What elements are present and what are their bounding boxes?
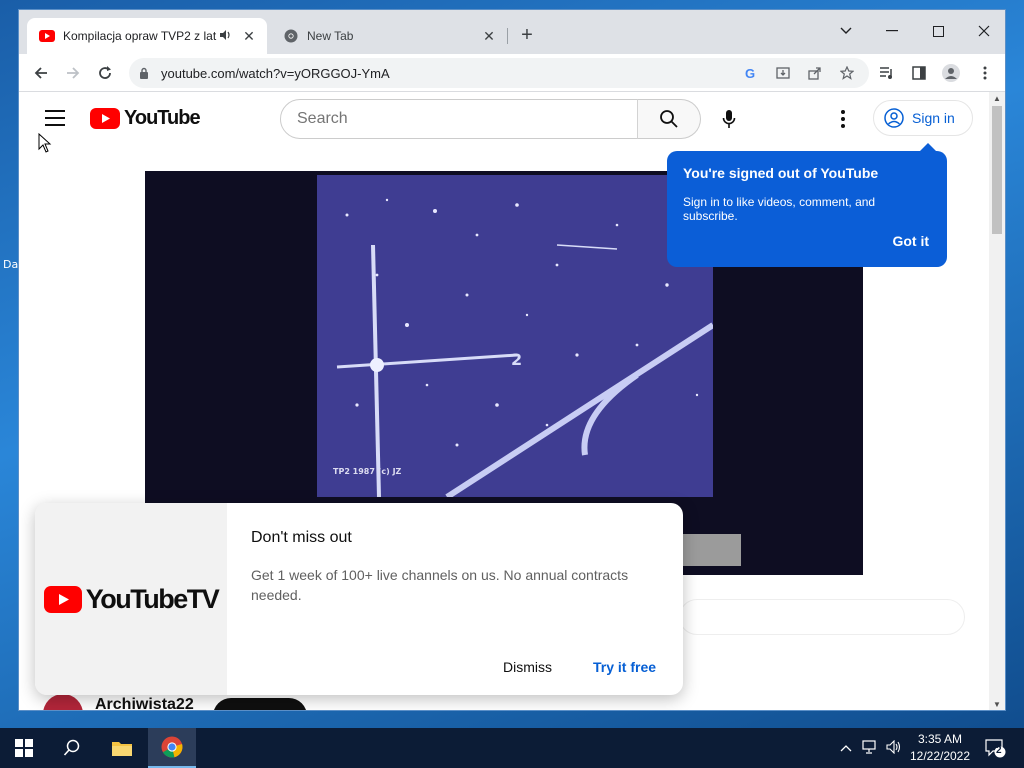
try-it-free-button[interactable]: Try it free [593,659,656,675]
maximize-button[interactable] [915,16,961,46]
search-icon [660,110,678,128]
partial-pill-element[interactable] [679,599,965,635]
youtube-tv-wordmark: YouTubeTV [85,583,220,614]
scroll-up-arrow-icon[interactable]: ▲ [989,94,1005,106]
video-watermark: TP2 1987 (c) JZ [333,467,402,476]
scroll-down-arrow-icon[interactable]: ▼ [989,700,1005,710]
hamburger-menu-icon[interactable] [45,110,65,131]
youtube-page: YouTube Sign in [19,92,991,710]
tab-title: New Tab [307,29,354,43]
lock-icon[interactable] [139,66,149,84]
side-panel-icon[interactable] [909,63,929,83]
video-frame: 2 [317,175,715,500]
tab-new-tab[interactable]: New Tab ✕ [271,18,507,54]
bookmark-star-icon[interactable] [839,65,855,81]
chrome-menu-icon[interactable] [975,63,995,83]
youtube-play-icon [43,585,82,613]
scrollbar-thumb[interactable] [992,106,1002,234]
browser-toolbar: youtube.com/watch?v=yORGGOJ-YmA G [19,54,1005,92]
tooltip-title: You're signed out of YouTube [683,165,879,181]
account-icon [884,108,904,128]
google-translate-icon[interactable]: G [743,65,759,81]
promo-title: Don't miss out [251,529,352,546]
subscribe-button[interactable] [213,698,307,710]
more-options-icon[interactable] [833,106,853,132]
promo-logo-panel: YouTubeTV [35,503,227,695]
search-box [280,99,638,139]
notifications-icon[interactable]: 2 [984,738,1006,761]
system-clock[interactable]: 3:35 AM 12/22/2022 [904,731,976,765]
speaker-icon[interactable] [219,29,235,44]
address-bar[interactable]: youtube.com/watch?v=yORGGOJ-YmA G [129,58,869,88]
video-overlay-bar [681,534,741,566]
network-icon[interactable] [862,740,878,757]
clock-date: 12/22/2022 [909,749,971,763]
browser-window: Kompilacja opraw TVP2 z lat ✕ New Tab ✕ … [18,9,1006,711]
url-text: youtube.com/watch?v=yORGGOJ-YmA [161,66,390,81]
promo-body: Get 1 week of 100+ live channels on us. … [251,567,629,603]
svg-text:2: 2 [511,350,522,369]
minimize-button[interactable] [869,16,915,46]
volume-icon[interactable] [886,739,902,757]
close-tab-icon[interactable]: ✕ [481,28,497,44]
channel-name[interactable]: Archiwista22 [95,696,194,710]
show-hidden-icons-icon[interactable] [840,740,852,755]
tab-youtube[interactable]: Kompilacja opraw TVP2 z lat ✕ [27,18,267,54]
start-button[interactable] [0,728,48,768]
dismiss-button[interactable]: Dismiss [503,659,552,675]
microphone-icon [722,110,736,128]
page-scrollbar[interactable]: ▲ ▼ [989,92,1005,710]
forward-button[interactable] [63,63,83,83]
reload-button[interactable] [95,63,115,83]
youtube-icon [39,28,55,44]
voice-search-button[interactable] [709,99,749,139]
install-app-icon[interactable] [775,65,791,81]
close-window-button[interactable] [961,16,1005,46]
search-button[interactable] [637,99,701,139]
new-tab-button[interactable]: + [517,25,537,46]
youtube-tv-promo-dialog: YouTubeTV Don't miss out Get 1 week of 1… [35,503,683,695]
youtube-wordmark: YouTube [124,107,201,129]
profile-icon[interactable] [941,63,961,83]
desktop-icon-label[interactable]: Da [3,258,18,271]
tab-title: Kompilacja opraw TVP2 z lat [63,29,217,43]
clock-time: 3:35 AM [917,732,963,746]
windows-logo-icon [15,739,33,757]
tab-separator [507,28,508,44]
search-icon [63,739,80,756]
chrome-taskbar-button[interactable] [148,728,196,768]
mouse-cursor-icon [38,132,52,158]
notification-count: 2 [996,745,1002,756]
svg-text:G: G [745,66,755,80]
file-explorer-button[interactable] [98,728,146,768]
media-controls-icon[interactable] [877,63,897,83]
tab-strip: Kompilacja opraw TVP2 z lat ✕ New Tab ✕ … [19,10,1005,54]
sign-in-label: Sign in [912,110,955,126]
chrome-icon [283,28,299,44]
share-icon[interactable] [807,65,823,81]
sign-in-button[interactable]: Sign in [873,100,973,136]
taskbar-search-button[interactable] [48,728,96,768]
close-tab-icon[interactable]: ✕ [241,28,257,44]
search-input[interactable] [281,100,637,138]
channel-avatar[interactable] [43,694,83,710]
youtube-play-icon [90,108,120,129]
back-button[interactable] [31,63,51,83]
folder-icon [112,742,132,756]
chrome-icon [161,736,183,758]
tab-search-icon[interactable] [823,16,869,46]
got-it-button[interactable]: Got it [892,233,929,249]
youtube-logo[interactable]: YouTube [90,107,201,130]
signed-out-tooltip: You're signed out of YouTube Sign in to … [667,143,947,267]
tooltip-body: Sign in to like videos, comment, and sub… [683,195,876,223]
windows-taskbar: 3:35 AM 12/22/2022 2 [0,728,1024,768]
